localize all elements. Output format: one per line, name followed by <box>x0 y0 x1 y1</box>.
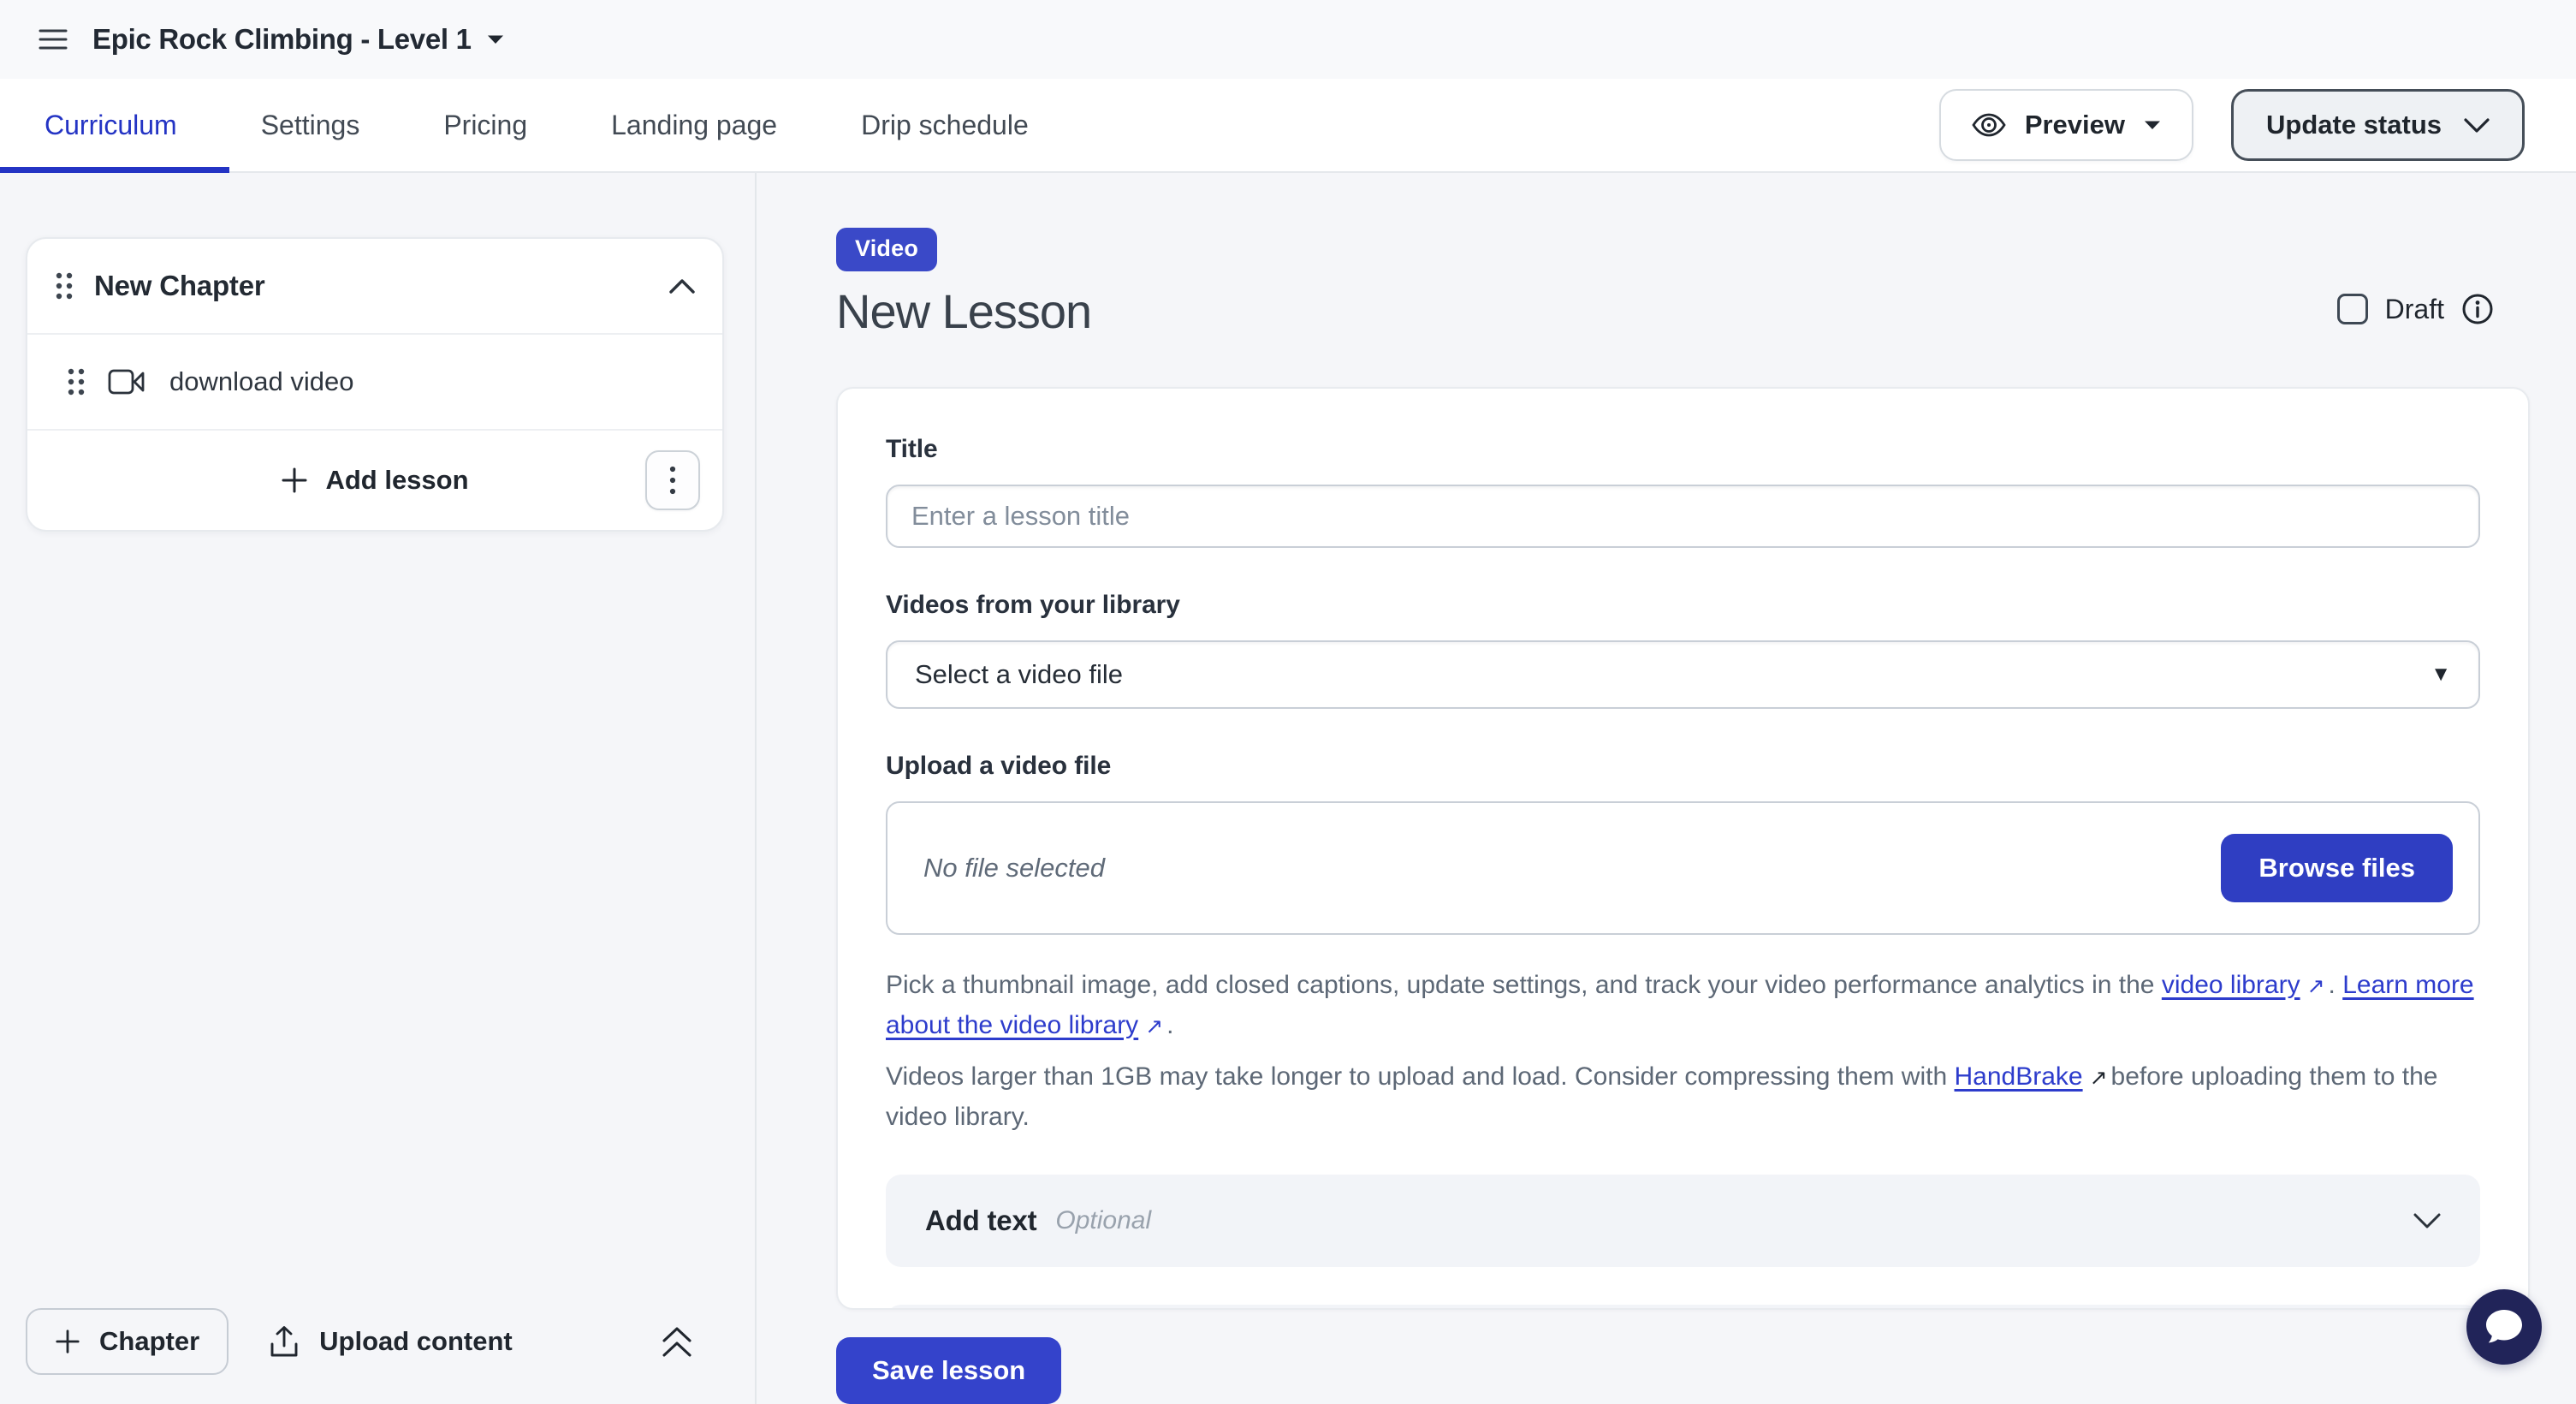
tabbar: Curriculum Settings Pricing Landing page… <box>0 79 2576 173</box>
chat-launcher-button[interactable] <box>2466 1289 2542 1365</box>
video-library-link[interactable]: video library ↗ <box>2162 971 2329 999</box>
tabs: Curriculum Settings Pricing Landing page… <box>0 110 1029 141</box>
preview-button[interactable]: Preview <box>1939 89 2193 161</box>
drag-handle-icon[interactable] <box>67 366 86 397</box>
draft-label: Draft <box>2385 294 2444 325</box>
lesson-item[interactable]: download video <box>27 335 722 429</box>
tab-settings[interactable]: Settings <box>261 110 360 141</box>
lesson-heading-group: Video New Lesson <box>836 228 1091 339</box>
link-label: video library <box>2162 971 2300 999</box>
chevron-down-icon <box>2464 118 2490 133</box>
tab-label: Curriculum <box>45 110 177 140</box>
save-lesson-button[interactable]: Save lesson <box>836 1337 1061 1404</box>
tab-pricing[interactable]: Pricing <box>443 110 527 141</box>
add-chapter-button[interactable]: Chapter <box>26 1308 229 1375</box>
chevron-up-icon[interactable] <box>669 279 695 294</box>
video-library-select[interactable]: Select a video file ▼ <box>886 640 2480 709</box>
tab-curriculum[interactable]: Curriculum <box>45 110 177 141</box>
draft-control: Draft <box>2337 293 2494 325</box>
library-field-label: Videos from your library <box>886 591 2480 620</box>
double-chevron-up-icon <box>661 1324 693 1359</box>
add-text-section[interactable]: Add text Optional <box>886 1175 2480 1267</box>
video-library-help-text: Pick a thumbnail image, add closed capti… <box>886 966 2480 1045</box>
course-builder-page: Epic Rock Climbing - Level 1 Curriculum … <box>0 0 2576 1404</box>
update-status-label: Update status <box>2266 110 2442 140</box>
curriculum-sidebar: New Chapter download video <box>0 173 757 1404</box>
hamburger-icon <box>39 28 68 51</box>
section-label: Add text <box>925 1205 1036 1237</box>
title-field-group: Title <box>886 435 2480 548</box>
tab-landing-page[interactable]: Landing page <box>611 110 777 141</box>
course-switcher[interactable]: Epic Rock Climbing - Level 1 <box>92 23 504 56</box>
plus-icon <box>55 1329 80 1354</box>
plus-icon <box>281 467 308 494</box>
lesson-title-input[interactable] <box>886 485 2480 548</box>
lesson-editor: Video New Lesson Draft Title Vide <box>757 173 2576 1404</box>
help-text: Pick a thumbnail image, add closed capti… <box>886 971 2162 999</box>
help-text: Videos larger than 1GB may take longer t… <box>886 1062 1955 1091</box>
tab-label: Settings <box>261 110 360 140</box>
add-downloads-section[interactable]: Add downloads Optional <box>886 1305 2480 1310</box>
chapter-title: New Chapter <box>94 270 669 302</box>
update-status-button[interactable]: Update status <box>2231 89 2525 161</box>
caret-down-icon <box>2144 120 2161 130</box>
lesson-page-title: New Lesson <box>836 283 1091 339</box>
content: New Chapter download video <box>0 173 2576 1404</box>
info-icon[interactable] <box>2461 293 2494 325</box>
preview-label: Preview <box>2025 110 2125 140</box>
upload-field-group: Upload a video file No file selected Bro… <box>886 752 2480 1137</box>
upload-icon <box>270 1325 299 1358</box>
sidebar-footer: Chapter Upload content <box>0 1279 755 1404</box>
library-field-group: Videos from your library Select a video … <box>886 591 2480 709</box>
chat-bubble-icon <box>2484 1308 2524 1346</box>
tab-label: Drip schedule <box>861 110 1029 140</box>
kebab-icon <box>669 464 676 497</box>
add-lesson-label: Add lesson <box>325 465 468 496</box>
external-link-icon: ↗ <box>2307 974 2325 998</box>
tab-label: Landing page <box>611 110 777 140</box>
help-text: . <box>2329 971 2343 999</box>
lesson-type-badge: Video <box>836 228 937 271</box>
selected-option-label: Select a video file <box>915 659 1123 690</box>
chapter-options-button[interactable] <box>645 450 700 510</box>
handbrake-link[interactable]: HandBrake ↗ <box>1955 1062 2111 1091</box>
compression-help-text: Videos larger than 1GB may take longer t… <box>886 1057 2480 1137</box>
add-chapter-label: Chapter <box>99 1326 199 1357</box>
drag-handle-icon[interactable] <box>55 271 74 301</box>
link-label: HandBrake <box>1955 1062 2083 1091</box>
hamburger-menu-button[interactable] <box>29 15 77 63</box>
external-link-icon: ↗ <box>1145 1014 1163 1038</box>
chapter-card: New Chapter download video <box>26 237 724 532</box>
caret-down-icon <box>487 34 504 45</box>
upload-content-button[interactable]: Upload content <box>270 1325 513 1358</box>
lesson-title: download video <box>169 366 353 397</box>
add-lesson-button[interactable]: Add lesson <box>281 465 468 496</box>
title-field-label: Title <box>886 435 2480 464</box>
chapter-header[interactable]: New Chapter <box>27 239 722 333</box>
chevron-down-icon <box>2413 1213 2441 1228</box>
video-camera-icon <box>108 368 145 396</box>
help-text: . <box>1166 1011 1173 1039</box>
lesson-form-card: Title Videos from your library Select a … <box>836 387 2530 1310</box>
chapter-footer-row: Add lesson <box>27 431 722 530</box>
select-caret-icon: ▼ <box>2431 663 2451 687</box>
file-drop-zone[interactable]: No file selected Browse files <box>886 801 2480 935</box>
header-actions: Preview Update status <box>1939 89 2525 161</box>
external-link-icon: ↗ <box>2090 1066 2108 1090</box>
course-title: Epic Rock Climbing - Level 1 <box>92 23 472 56</box>
upload-content-label: Upload content <box>319 1326 513 1357</box>
section-hint: Optional <box>1055 1206 1151 1235</box>
draft-checkbox[interactable] <box>2337 294 2368 324</box>
browse-files-button[interactable]: Browse files <box>2221 834 2453 902</box>
collapse-all-button[interactable] <box>661 1324 693 1359</box>
upload-field-label: Upload a video file <box>886 752 2480 781</box>
eye-icon <box>1972 113 2006 137</box>
lesson-header: Video New Lesson Draft <box>836 228 2530 339</box>
no-file-text: No file selected <box>913 853 1105 883</box>
tab-label: Pricing <box>443 110 527 140</box>
tab-drip-schedule[interactable]: Drip schedule <box>861 110 1029 141</box>
topbar: Epic Rock Climbing - Level 1 <box>0 0 2576 79</box>
active-tab-indicator <box>0 167 229 173</box>
